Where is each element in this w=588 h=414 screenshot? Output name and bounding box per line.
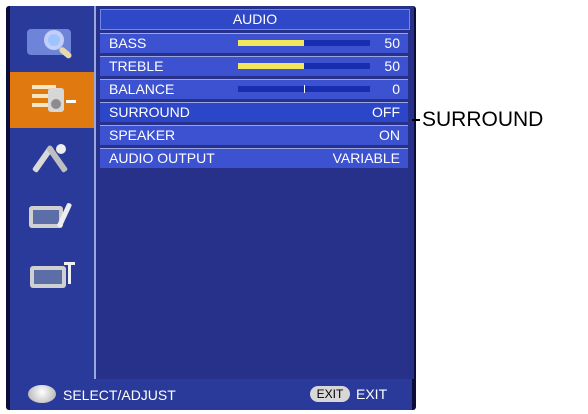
exit-label: EXIT bbox=[356, 386, 388, 402]
audio-output-value: VARIABLE bbox=[332, 150, 400, 166]
menu-row-speaker[interactable]: SPEAKER ON bbox=[100, 125, 408, 145]
surround-label: SURROUND bbox=[109, 104, 190, 120]
treble-value: 50 bbox=[384, 58, 400, 74]
speaker-label: SPEAKER bbox=[109, 127, 176, 143]
tv-tools-icon bbox=[29, 203, 72, 228]
select-adjust-knob-icon[interactable] bbox=[28, 385, 56, 403]
sidebar-item-picture[interactable] bbox=[10, 14, 94, 70]
sidebar bbox=[10, 6, 94, 379]
surround-callout: SURROUND bbox=[412, 108, 544, 132]
sidebar-item-tv-setup[interactable] bbox=[10, 188, 94, 244]
sidebar-item-audio[interactable] bbox=[10, 72, 94, 128]
menu-row-treble[interactable]: TREBLE 50 bbox=[100, 56, 408, 76]
audio-menu-osd: AUDIO BASS 50 TREBLE 50 BALANCE 0 SURROU… bbox=[6, 6, 416, 410]
treble-level-bar[interactable] bbox=[238, 63, 370, 69]
callout-label: SURROUND bbox=[422, 108, 544, 131]
tv-antenna-icon bbox=[30, 262, 75, 288]
sidebar-item-tools[interactable] bbox=[10, 130, 94, 186]
balance-value: 0 bbox=[392, 81, 400, 97]
audio-output-label: AUDIO OUTPUT bbox=[109, 150, 215, 166]
footer-bar: SELECT/ADJUST EXIT EXIT bbox=[10, 379, 412, 410]
menu-row-balance[interactable]: BALANCE 0 bbox=[100, 79, 408, 99]
bass-value: 50 bbox=[384, 35, 400, 51]
treble-level-fill bbox=[238, 63, 304, 69]
balance-label: BALANCE bbox=[109, 81, 175, 97]
select-adjust-label: SELECT/ADJUST bbox=[63, 387, 176, 403]
tools-icon bbox=[32, 144, 68, 173]
bass-level-bar[interactable] bbox=[238, 40, 370, 46]
audio-settings-icon bbox=[32, 85, 76, 112]
treble-label: TREBLE bbox=[109, 58, 164, 74]
balance-level-bar[interactable] bbox=[238, 85, 370, 93]
callout-line bbox=[412, 119, 420, 121]
menu-title-label: AUDIO bbox=[232, 11, 278, 27]
bass-label: BASS bbox=[109, 35, 147, 51]
balance-center-marker bbox=[304, 85, 305, 93]
audio-panel: AUDIO BASS 50 TREBLE 50 BALANCE 0 SURROU… bbox=[94, 6, 414, 379]
menu-row-audio-output[interactable]: AUDIO OUTPUT VARIABLE bbox=[100, 148, 408, 168]
menu-row-surround[interactable]: SURROUND OFF bbox=[100, 102, 408, 122]
menu-row-bass[interactable]: BASS 50 bbox=[100, 33, 408, 53]
exit-button[interactable]: EXIT bbox=[310, 386, 350, 402]
bass-level-fill bbox=[238, 40, 304, 46]
speaker-value: ON bbox=[379, 127, 400, 143]
menu-title: AUDIO bbox=[100, 9, 410, 30]
sidebar-item-antenna[interactable] bbox=[10, 246, 94, 302]
picture-search-icon bbox=[27, 29, 72, 59]
surround-value: OFF bbox=[372, 104, 400, 120]
